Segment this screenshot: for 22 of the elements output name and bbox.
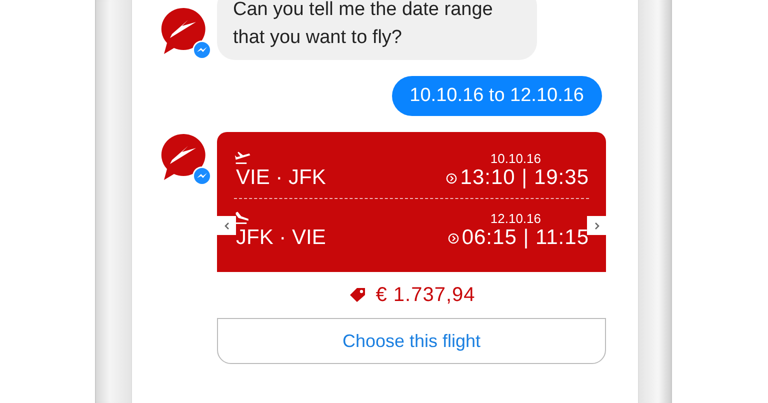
price-tag-icon <box>348 287 366 303</box>
message-bubble: Can you tell me the date range that you want to fly? <box>217 0 537 60</box>
messenger-icon <box>192 166 212 186</box>
time-icon <box>446 172 458 184</box>
price-label: € 1.737,94 <box>376 284 476 306</box>
chevron-right-icon <box>592 220 600 230</box>
message-bubble: 10.10.16 to 12.10.16 <box>392 76 602 116</box>
takeoff-icon <box>234 150 252 166</box>
avatar-icon <box>160 132 208 182</box>
choose-flight-button[interactable]: Choose this flight <box>217 318 606 364</box>
route-label: VIE · JFK <box>235 166 326 190</box>
time-icon <box>448 232 459 244</box>
messenger-icon <box>192 40 212 60</box>
previous-button[interactable] <box>217 216 236 235</box>
flight-times: 06:15 | 11:15 <box>462 226 589 250</box>
route-label: JFK · VIE <box>235 226 326 250</box>
flight-date: 12.10.16 <box>490 211 541 226</box>
avatar-icon <box>160 6 208 56</box>
flight-date: 10.10.16 <box>490 151 541 166</box>
next-button[interactable] <box>587 216 606 235</box>
flight-times: 13:10 | 19:35 <box>460 166 589 190</box>
chevron-left-icon <box>222 220 230 230</box>
